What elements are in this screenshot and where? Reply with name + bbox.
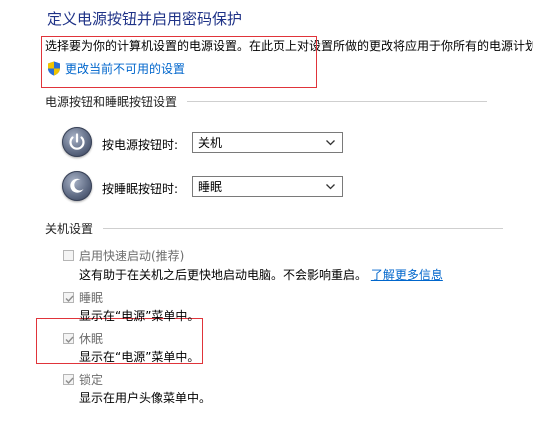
- lock-option-label: 锁定: [79, 373, 104, 387]
- sleep-option-description: 显示在“电源”菜单中。: [79, 309, 200, 323]
- hibernate-option-label: 休眠: [79, 332, 104, 346]
- sleep-button-label: 按睡眠按钮时:: [102, 182, 179, 196]
- shutdown-section-title: 关机设置: [45, 222, 94, 236]
- lock-checkbox[interactable]: [63, 374, 74, 385]
- section-divider: [103, 228, 504, 229]
- buttons-section-heading: 电源按钮和睡眠按钮设置: [45, 93, 488, 110]
- checkmark-icon: [65, 295, 74, 303]
- sleep-button-icon: [62, 171, 92, 201]
- lock-option-description: 显示在用户头像菜单中。: [79, 391, 212, 405]
- section-divider: [187, 101, 488, 102]
- power-button-label: 按电源按钮时:: [102, 138, 179, 152]
- fast-startup-desc-text: 这有助于在关机之后更快地启动电脑。不会影响重启。: [79, 268, 368, 282]
- chevron-down-icon: [326, 184, 335, 190]
- fast-startup-description: 这有助于在关机之后更快地启动电脑。不会影响重启。 了解更多信息: [79, 266, 443, 283]
- power-button-icon: [62, 127, 92, 157]
- shutdown-section-heading: 关机设置: [45, 220, 504, 237]
- sleep-option-label: 睡眠: [79, 291, 104, 305]
- fast-startup-checkbox[interactable]: [63, 250, 74, 261]
- fast-startup-label: 启用快速启动(推荐): [79, 249, 185, 263]
- power-button-action-select[interactable]: 关机: [192, 132, 343, 153]
- highlight-box-change-settings: [41, 36, 317, 88]
- power-button-action-value: 关机: [198, 136, 223, 150]
- chevron-down-icon: [326, 140, 335, 146]
- checkmark-icon: [65, 377, 74, 385]
- hibernate-option-description: 显示在“电源”菜单中。: [79, 350, 200, 364]
- page-title: 定义电源按钮并启用密码保护: [47, 10, 243, 28]
- checkmark-icon: [65, 336, 74, 344]
- buttons-section-title: 电源按钮和睡眠按钮设置: [45, 95, 178, 109]
- learn-more-link[interactable]: 了解更多信息: [371, 268, 443, 282]
- sleep-button-action-select[interactable]: 睡眠: [192, 176, 343, 197]
- sleep-checkbox[interactable]: [63, 292, 74, 303]
- hibernate-checkbox[interactable]: [63, 333, 74, 344]
- sleep-button-action-value: 睡眠: [198, 180, 223, 194]
